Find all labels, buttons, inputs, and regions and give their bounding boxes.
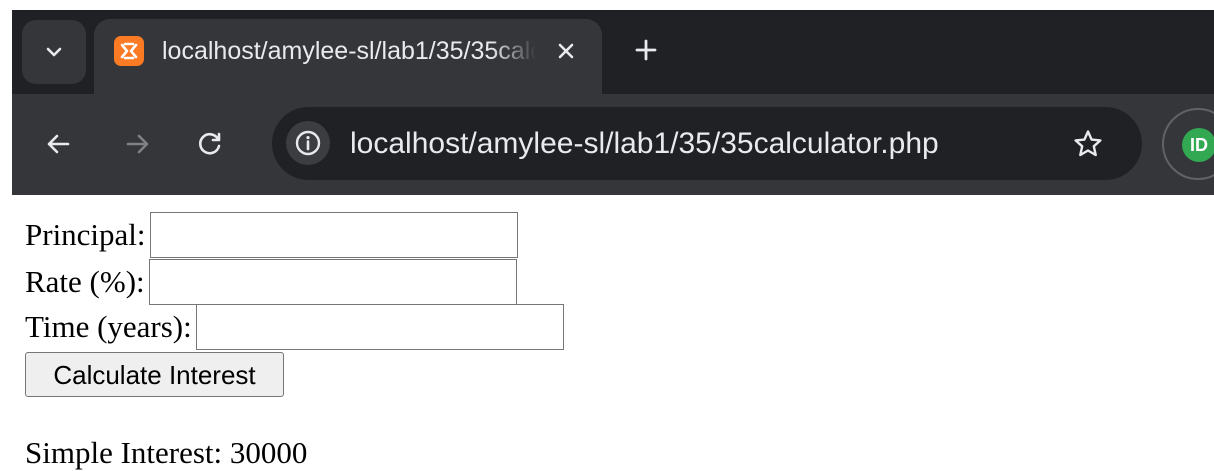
principal-label: Principal: xyxy=(25,217,146,252)
new-tab-button[interactable] xyxy=(626,30,666,70)
forward-button[interactable] xyxy=(116,122,160,166)
profile-button[interactable]: ID xyxy=(1162,108,1214,180)
star-icon xyxy=(1074,130,1102,157)
back-button[interactable] xyxy=(36,122,80,166)
rate-row: Rate (%): xyxy=(25,259,517,305)
reload-icon xyxy=(198,132,221,155)
browser-toolbar: localhost/amylee-sl/lab1/35/35calculator… xyxy=(12,94,1214,195)
tab-search-button[interactable] xyxy=(22,20,86,84)
close-tab-button[interactable] xyxy=(546,31,586,71)
address-bar[interactable]: localhost/amylee-sl/lab1/35/35calculator… xyxy=(272,107,1142,180)
time-input[interactable] xyxy=(195,304,564,350)
rate-label: Rate (%): xyxy=(25,264,145,299)
bookmark-button[interactable] xyxy=(1068,124,1108,164)
simple-interest-result: Simple Interest: 30000 xyxy=(25,435,308,470)
rate-input[interactable] xyxy=(148,259,517,305)
tab-strip: localhost/amylee-sl/lab1/35/35calculator… xyxy=(12,10,1214,94)
principal-input[interactable] xyxy=(149,212,518,258)
active-tab[interactable]: localhost/amylee-sl/lab1/35/35calculator… xyxy=(94,19,602,94)
principal-row: Principal: xyxy=(25,212,518,258)
close-icon xyxy=(558,43,574,59)
reload-button[interactable] xyxy=(188,122,232,166)
time-row: Time (years): xyxy=(25,304,564,350)
info-icon xyxy=(295,130,321,156)
site-info-button[interactable] xyxy=(286,121,330,165)
tab-title: localhost/amylee-sl/lab1/35/35calculator… xyxy=(162,37,536,65)
extension-icon: ID xyxy=(1182,128,1214,162)
chevron-down-icon xyxy=(46,47,62,57)
url-text[interactable]: localhost/amylee-sl/lab1/35/35calculator… xyxy=(350,125,939,163)
page-content: Principal: Rate (%): Time (years): Calcu… xyxy=(25,195,1205,471)
plus-icon xyxy=(635,39,657,61)
time-label: Time (years): xyxy=(25,309,192,344)
calculate-interest-button[interactable]: Calculate Interest xyxy=(25,352,284,397)
back-arrow-icon xyxy=(47,134,70,154)
window-frame xyxy=(0,0,1214,10)
forward-arrow-icon xyxy=(126,134,149,154)
xampp-icon xyxy=(114,36,144,66)
